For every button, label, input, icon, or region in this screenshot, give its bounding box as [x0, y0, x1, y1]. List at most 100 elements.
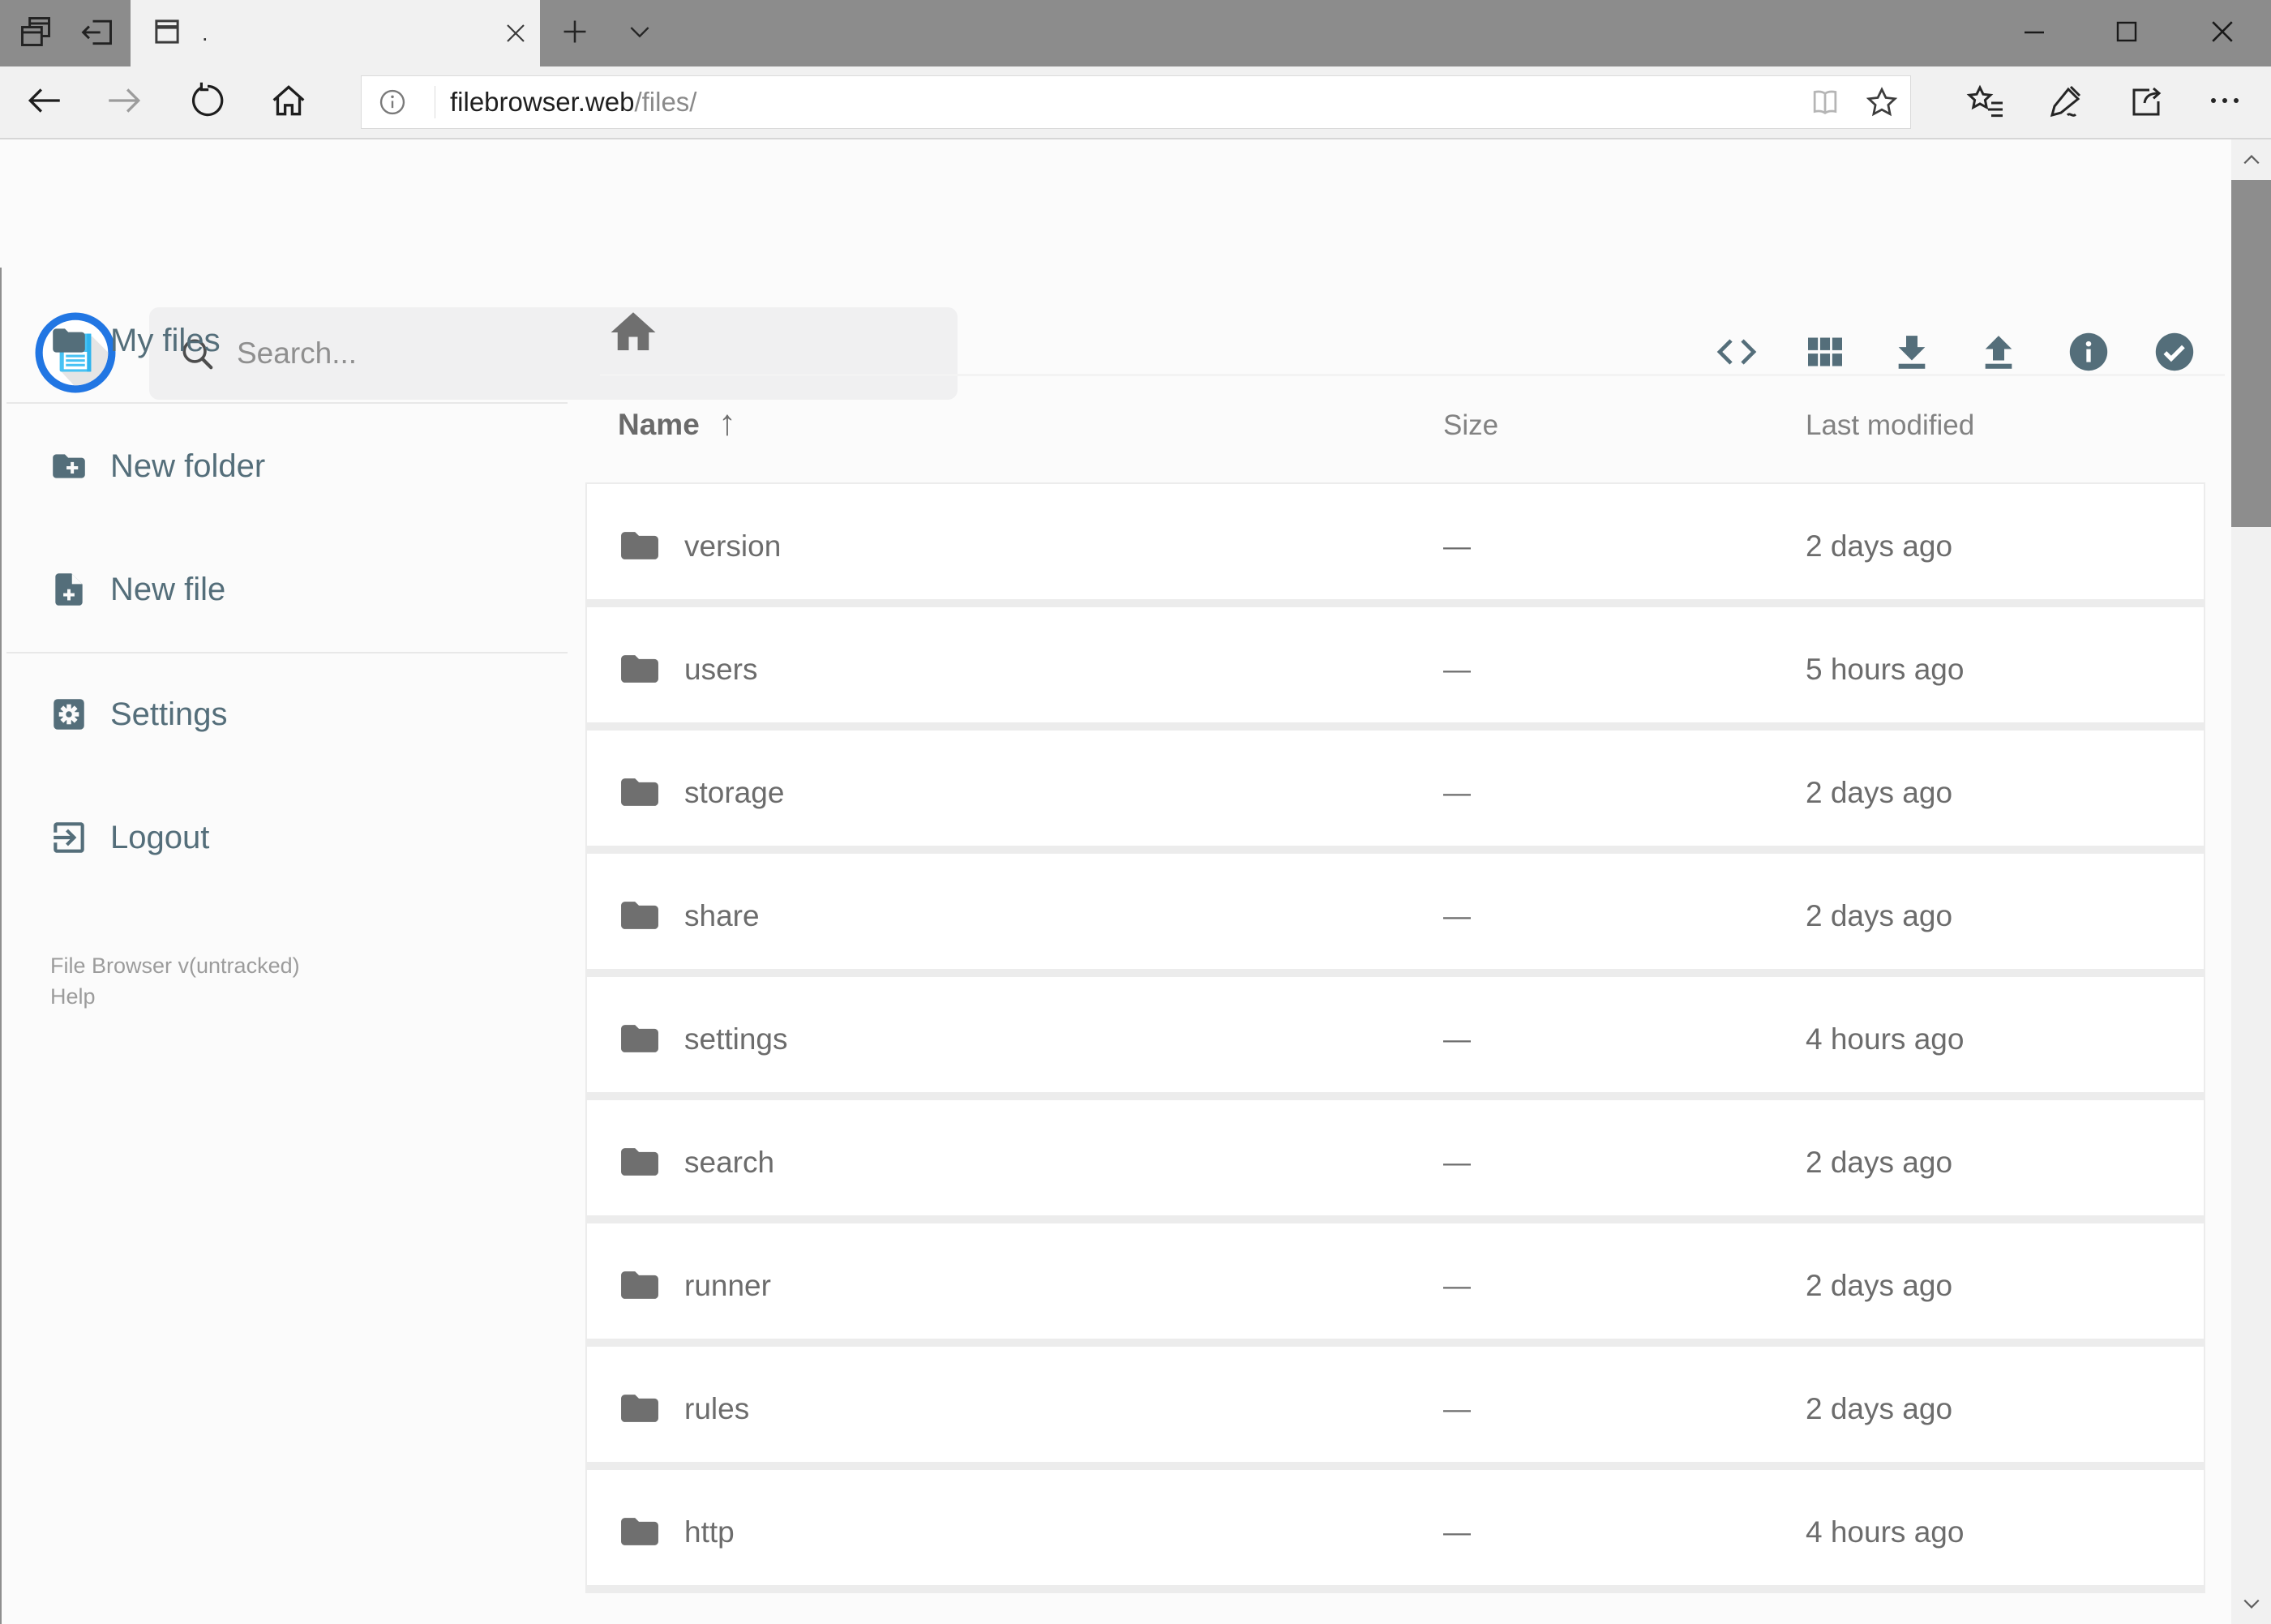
file-name: rules — [684, 1392, 750, 1425]
download-icon — [1889, 329, 1935, 379]
listing-column-headers: Name ↑ Size Last modified — [0, 401, 2271, 455]
sidebar-divider — [6, 652, 568, 653]
file-row[interactable]: share — 2 days ago — [587, 854, 2204, 977]
refresh-icon — [188, 81, 227, 124]
set-tabs-aside-button[interactable] — [66, 0, 128, 66]
file-listing: version — 2 days ago users — 5 hours ago… — [585, 482, 2205, 1593]
url-host: filebrowser.web — [450, 87, 635, 117]
file-row[interactable]: runner — 2 days ago — [587, 1223, 2204, 1347]
tab-preview-button[interactable] — [5, 0, 66, 66]
minimize-button[interactable] — [1992, 0, 2076, 66]
back-button[interactable] — [11, 66, 79, 138]
code-icon — [1714, 329, 1759, 379]
pen-icon — [2047, 81, 2086, 124]
folder-icon — [616, 1138, 663, 1189]
file-row[interactable]: settings — 4 hours ago — [587, 977, 2204, 1100]
folder-icon — [616, 1385, 663, 1436]
scroll-up-icon[interactable] — [2231, 139, 2271, 180]
file-name: search — [684, 1146, 775, 1179]
browser-menu-button[interactable] — [2191, 66, 2259, 138]
file-row[interactable]: users — 5 hours ago — [587, 607, 2204, 731]
refresh-button[interactable] — [174, 66, 242, 138]
column-header-size[interactable]: Size — [1443, 409, 1498, 442]
maximize-button[interactable] — [2085, 0, 2169, 66]
file-size: — — [1443, 1147, 1471, 1178]
browser-toolbar: filebrowser.web/files/ — [0, 66, 2271, 139]
favorite-star-button[interactable] — [1853, 76, 1910, 128]
file-name: runner — [684, 1269, 771, 1302]
file-row[interactable]: search — 2 days ago — [587, 1100, 2204, 1223]
file-row[interactable]: rules — 2 days ago — [587, 1347, 2204, 1470]
folder-icon — [616, 522, 663, 573]
file-row[interactable]: version — 2 days ago — [587, 484, 2204, 607]
browser-tab[interactable]: . — [131, 0, 540, 66]
url-text: filebrowser.web/files/ — [450, 87, 1797, 118]
file-modified: 5 hours ago — [1806, 653, 1965, 686]
folder-icon — [616, 892, 663, 943]
folder-icon — [616, 1262, 663, 1313]
file-row[interactable]: storage — 2 days ago — [587, 731, 2204, 854]
url-path: /files/ — [634, 87, 697, 117]
file-modified: 2 days ago — [1806, 1146, 1953, 1179]
sidebar-item-settings[interactable]: Settings — [0, 682, 568, 747]
file-modified: 2 days ago — [1806, 1269, 1953, 1302]
file-name: users — [684, 653, 758, 686]
select-multiple-button[interactable] — [2153, 332, 2196, 375]
file-name: share — [684, 899, 760, 932]
folder-icon — [616, 769, 663, 820]
scrollbar-thumb[interactable] — [2231, 180, 2271, 527]
reading-view-button[interactable] — [1797, 76, 1853, 128]
download-button[interactable] — [1890, 332, 1934, 375]
column-header-modified[interactable]: Last modified — [1806, 409, 1974, 442]
grid-view-button[interactable] — [1803, 332, 1847, 375]
tab-list-button[interactable] — [609, 0, 671, 66]
file-size: — — [1443, 531, 1471, 562]
sidebar-footer: File Browser v(untracked) Help — [50, 950, 300, 1012]
tab-close-button[interactable] — [491, 0, 540, 66]
info-icon — [2065, 328, 2112, 379]
folder-icon — [616, 1508, 663, 1559]
web-note-button[interactable] — [2033, 66, 2101, 138]
sidebar-item-my-files[interactable]: My files — [0, 308, 568, 373]
browser-window: . filebrowser.web/files/ Search... My fi… — [0, 0, 2271, 1624]
file-row[interactable]: http — 4 hours ago — [587, 1470, 2204, 1593]
shell-toggle-button[interactable] — [1715, 332, 1759, 375]
sidebar-item-label: New file — [110, 571, 226, 607]
sidebar-item-label: Logout — [110, 819, 210, 855]
sidebar-item-label: Settings — [110, 696, 228, 732]
chevron-down-icon — [626, 18, 653, 49]
page-scrollbar[interactable] — [2231, 139, 2271, 1624]
file-modified: 4 hours ago — [1806, 1515, 1965, 1549]
set-tabs-aside-icon — [79, 14, 115, 54]
content-divider — [600, 374, 2225, 376]
breadcrumb-home-button[interactable] — [606, 306, 660, 363]
column-header-name[interactable]: Name — [618, 408, 700, 442]
forward-button[interactable] — [90, 66, 158, 138]
share-button[interactable] — [2113, 66, 2181, 138]
browser-titlebar: . — [0, 0, 2271, 66]
help-link[interactable]: Help — [50, 981, 300, 1012]
file-size: — — [1443, 901, 1471, 932]
favorites-hub-button[interactable] — [1952, 66, 2020, 138]
upload-button[interactable] — [1977, 332, 2020, 375]
maximize-icon — [2115, 20, 2138, 47]
new-file-icon — [55, 573, 83, 606]
sidebar-item-new-file[interactable]: New file — [0, 557, 568, 622]
info-button[interactable] — [2067, 332, 2110, 375]
file-name: version — [684, 529, 782, 563]
home-breadcrumb-icon — [611, 312, 656, 350]
scroll-down-icon[interactable] — [2231, 1583, 2271, 1624]
new-tab-button[interactable] — [544, 0, 606, 66]
address-bar[interactable]: filebrowser.web/files/ — [361, 75, 1911, 129]
close-window-button[interactable] — [2180, 0, 2265, 66]
folder-icon — [616, 645, 663, 696]
folder-icon — [53, 328, 85, 353]
app-version-text: File Browser v(untracked) — [50, 953, 300, 978]
sidebar-item-logout[interactable]: Logout — [0, 805, 568, 870]
file-modified: 2 days ago — [1806, 899, 1953, 932]
home-button[interactable] — [255, 66, 323, 138]
sort-ascending-icon: ↑ — [718, 403, 736, 443]
close-icon — [2210, 19, 2235, 48]
site-info-icon[interactable] — [362, 76, 423, 128]
check-circle-icon — [2151, 328, 2198, 379]
